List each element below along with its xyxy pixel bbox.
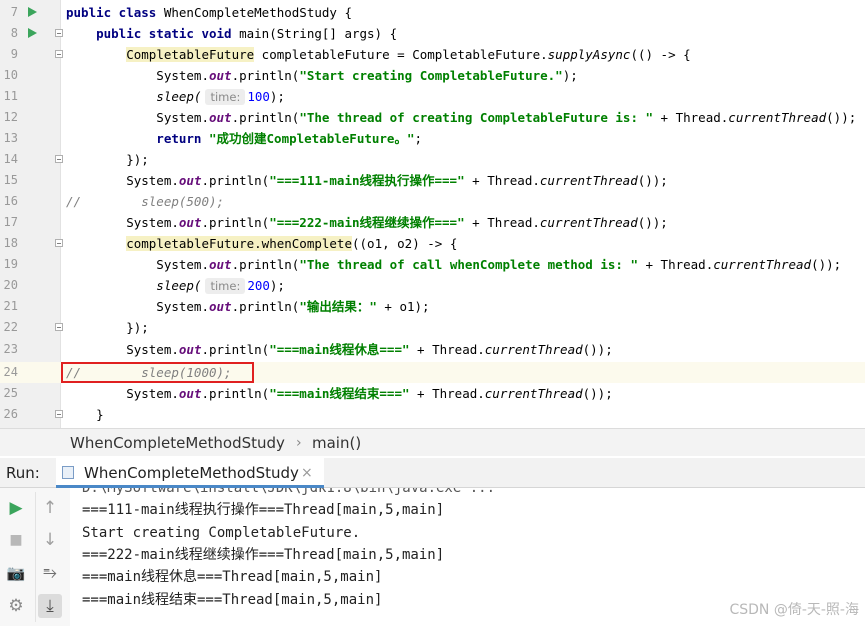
- line-number: 13: [3, 131, 18, 145]
- camera-icon[interactable]: 📷: [4, 561, 28, 585]
- code-line-9[interactable]: 9 CompletableFuture completableFuture = …: [0, 44, 865, 65]
- code-editor[interactable]: 7 public class WhenCompleteMethodStudy {…: [0, 0, 865, 428]
- code-line-8[interactable]: 8 public static void main(String[] args)…: [0, 23, 865, 44]
- soft-wrap-icon[interactable]: ⥱: [38, 561, 62, 585]
- code-line-26[interactable]: 26 }: [0, 404, 865, 425]
- code-text: System.out.println("The thread of call w…: [66, 257, 842, 272]
- settings-icon[interactable]: ⚙: [4, 594, 28, 618]
- parameter-hint: time:: [205, 89, 246, 105]
- code-comment: // sleep(500);: [66, 194, 225, 209]
- code-text: CompletableFuture completableFuture = Co…: [126, 47, 691, 62]
- fold-icon[interactable]: [55, 50, 63, 58]
- tool-strip-divider: [35, 492, 36, 622]
- code-text: System.out.println("The thread of creati…: [66, 110, 857, 125]
- line-number: 10: [3, 68, 18, 82]
- chevron-right-icon: ›: [296, 435, 302, 451]
- stop-icon[interactable]: ■: [4, 528, 28, 552]
- breadcrumb: WhenCompleteMethodStudy › main(): [0, 428, 865, 456]
- code-line-7[interactable]: 7 public class WhenCompleteMethodStudy {: [0, 2, 865, 23]
- code-line-23[interactable]: 23 System.out.println("===main线程休息===" +…: [0, 339, 865, 360]
- watermark: CSDN @倚-天-照-海: [729, 602, 859, 618]
- code-line-15[interactable]: 15 System.out.println("===111-main线程执行操作…: [0, 170, 865, 191]
- breadcrumb-class[interactable]: WhenCompleteMethodStudy: [70, 433, 285, 453]
- code-text: sleep(time: 100);: [66, 89, 285, 105]
- code-line-13[interactable]: 13 return "成功创建CompletableFuture。";: [0, 128, 865, 149]
- code-text: public static void main(String[] args) {: [66, 26, 398, 41]
- code-line-10[interactable]: 10 System.out.println("Start creating Co…: [0, 65, 865, 86]
- fold-icon[interactable]: [55, 239, 63, 247]
- code-text: });: [66, 152, 149, 167]
- line-number: 19: [3, 257, 18, 271]
- code-line-11[interactable]: 11 sleep(time: 100);: [0, 86, 865, 107]
- code-text: });: [66, 320, 149, 335]
- parameter-hint: time:: [205, 278, 246, 294]
- run-toolbar: Run: WhenCompleteMethodStudy ×: [0, 458, 865, 488]
- line-number: 25: [3, 386, 18, 400]
- arrow-down-icon[interactable]: ↓: [38, 528, 62, 552]
- code-text: completableFuture.whenComplete((o1, o2) …: [126, 236, 458, 251]
- fold-icon[interactable]: [55, 323, 63, 331]
- code-text: System.out.println("Start creating Compl…: [66, 68, 578, 83]
- code-line-20[interactable]: 20 sleep(time: 200);: [0, 275, 865, 296]
- code-text: }: [66, 407, 104, 422]
- breadcrumb-method[interactable]: main(): [312, 433, 361, 453]
- console-line: D:\MySoftware\install\JDK\jdk1.8\bin\jav…: [82, 488, 496, 496]
- line-number: 24: [3, 365, 18, 379]
- console-line: Start creating CompletableFuture.: [82, 525, 361, 541]
- run-config-icon: [62, 466, 74, 479]
- code-line-18[interactable]: 18 completableFuture.whenComplete((o1, o…: [0, 233, 865, 254]
- console-line: ===main线程休息===Thread[main,5,main]: [82, 569, 383, 585]
- tab-label: WhenCompleteMethodStudy: [84, 464, 299, 482]
- console-line: ===222-main线程继续操作===Thread[main,5,main]: [82, 547, 445, 563]
- code-text: System.out.println("===222-main线程继续操作===…: [66, 215, 668, 230]
- close-icon[interactable]: ×: [301, 463, 313, 483]
- line-number: 26: [3, 407, 18, 421]
- tab-run-config[interactable]: WhenCompleteMethodStudy ×: [56, 458, 324, 488]
- line-number: 9: [10, 47, 18, 61]
- run-class-icon[interactable]: [28, 7, 37, 17]
- line-number: 7: [10, 5, 18, 19]
- line-number: 18: [3, 236, 18, 250]
- fold-icon[interactable]: [55, 155, 63, 163]
- console-line: ===main线程结束===Thread[main,5,main]: [82, 592, 383, 608]
- code-text: System.out.println("===main线程结束===" + Th…: [66, 386, 613, 401]
- code-line-22[interactable]: 22 });: [0, 317, 865, 338]
- line-number: 23: [3, 342, 18, 356]
- line-number: 20: [3, 278, 18, 292]
- code-text: System.out.println("输出结果：" + o1);: [66, 299, 430, 314]
- line-number: 14: [3, 152, 18, 166]
- line-number: 8: [10, 26, 18, 40]
- scroll-to-end-icon[interactable]: ⤓: [38, 594, 62, 618]
- code-text: System.out.println("===111-main线程执行操作===…: [66, 173, 668, 188]
- line-number: 22: [3, 320, 18, 334]
- code-line-16[interactable]: 16 // sleep(500);: [0, 191, 865, 212]
- line-number: 17: [3, 215, 18, 229]
- code-line-19[interactable]: 19 System.out.println("The thread of cal…: [0, 254, 865, 275]
- fold-icon[interactable]: [55, 29, 63, 37]
- code-line-14[interactable]: 14 });: [0, 149, 865, 170]
- line-number: 21: [3, 299, 18, 313]
- fold-icon[interactable]: [55, 410, 63, 418]
- code-line-21[interactable]: 21 System.out.println("输出结果：" + o1);: [0, 296, 865, 317]
- line-number: 16: [3, 194, 18, 208]
- highlight-red-box: [61, 362, 254, 383]
- line-number: 11: [3, 89, 18, 103]
- run-main-icon[interactable]: [28, 28, 37, 38]
- code-line-25[interactable]: 25 System.out.println("===main线程结束===" +…: [0, 383, 865, 404]
- console-line: ===111-main线程执行操作===Thread[main,5,main]: [82, 502, 445, 518]
- code-text: System.out.println("===main线程休息===" + Th…: [66, 342, 613, 357]
- code-text: public class WhenCompleteMethodStudy {: [66, 5, 352, 20]
- line-number: 12: [3, 110, 18, 124]
- rerun-icon[interactable]: ▶: [4, 496, 28, 520]
- code-text: sleep(time: 200);: [66, 278, 285, 294]
- arrow-up-icon[interactable]: ↑: [38, 496, 62, 520]
- code-line-17[interactable]: 17 System.out.println("===222-main线程继续操作…: [0, 212, 865, 233]
- line-number: 15: [3, 173, 18, 187]
- run-panel-label: Run:: [6, 464, 40, 482]
- code-line-12[interactable]: 12 System.out.println("The thread of cre…: [0, 107, 865, 128]
- code-text: return "成功创建CompletableFuture。";: [66, 131, 423, 146]
